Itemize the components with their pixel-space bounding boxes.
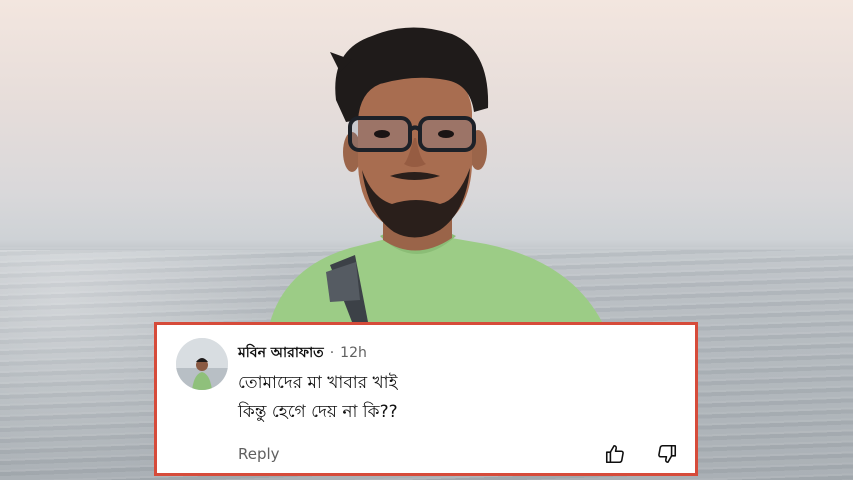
timestamp[interactable]: 12h [340,345,367,361]
separator-dot: · [329,345,335,361]
like-button[interactable] [602,441,628,467]
thumbs-down-icon [658,444,677,464]
avatar[interactable] [176,338,228,390]
thumbs-up-icon [605,444,624,464]
username[interactable]: মবিন আরাফাত [238,341,324,365]
reply-button[interactable]: Reply [238,445,280,463]
comment-text: তোমাদের মা খাবার খাই কিন্তু হেগে দেয় না… [238,369,398,427]
comment-header: মবিন আরাফাত · 12h [238,341,367,365]
avatar-image [176,338,228,390]
green-shirt [268,236,606,330]
comment-line-2: কিন্তু হেগে দেয় না কি?? [238,402,398,422]
dislike-button[interactable] [654,441,680,467]
comment-card: মবিন আরাফাত · 12h তোমাদের মা খাবার খাই ক… [154,322,698,476]
comment-line-1: তোমাদের মা খাবার খাই [238,373,398,393]
